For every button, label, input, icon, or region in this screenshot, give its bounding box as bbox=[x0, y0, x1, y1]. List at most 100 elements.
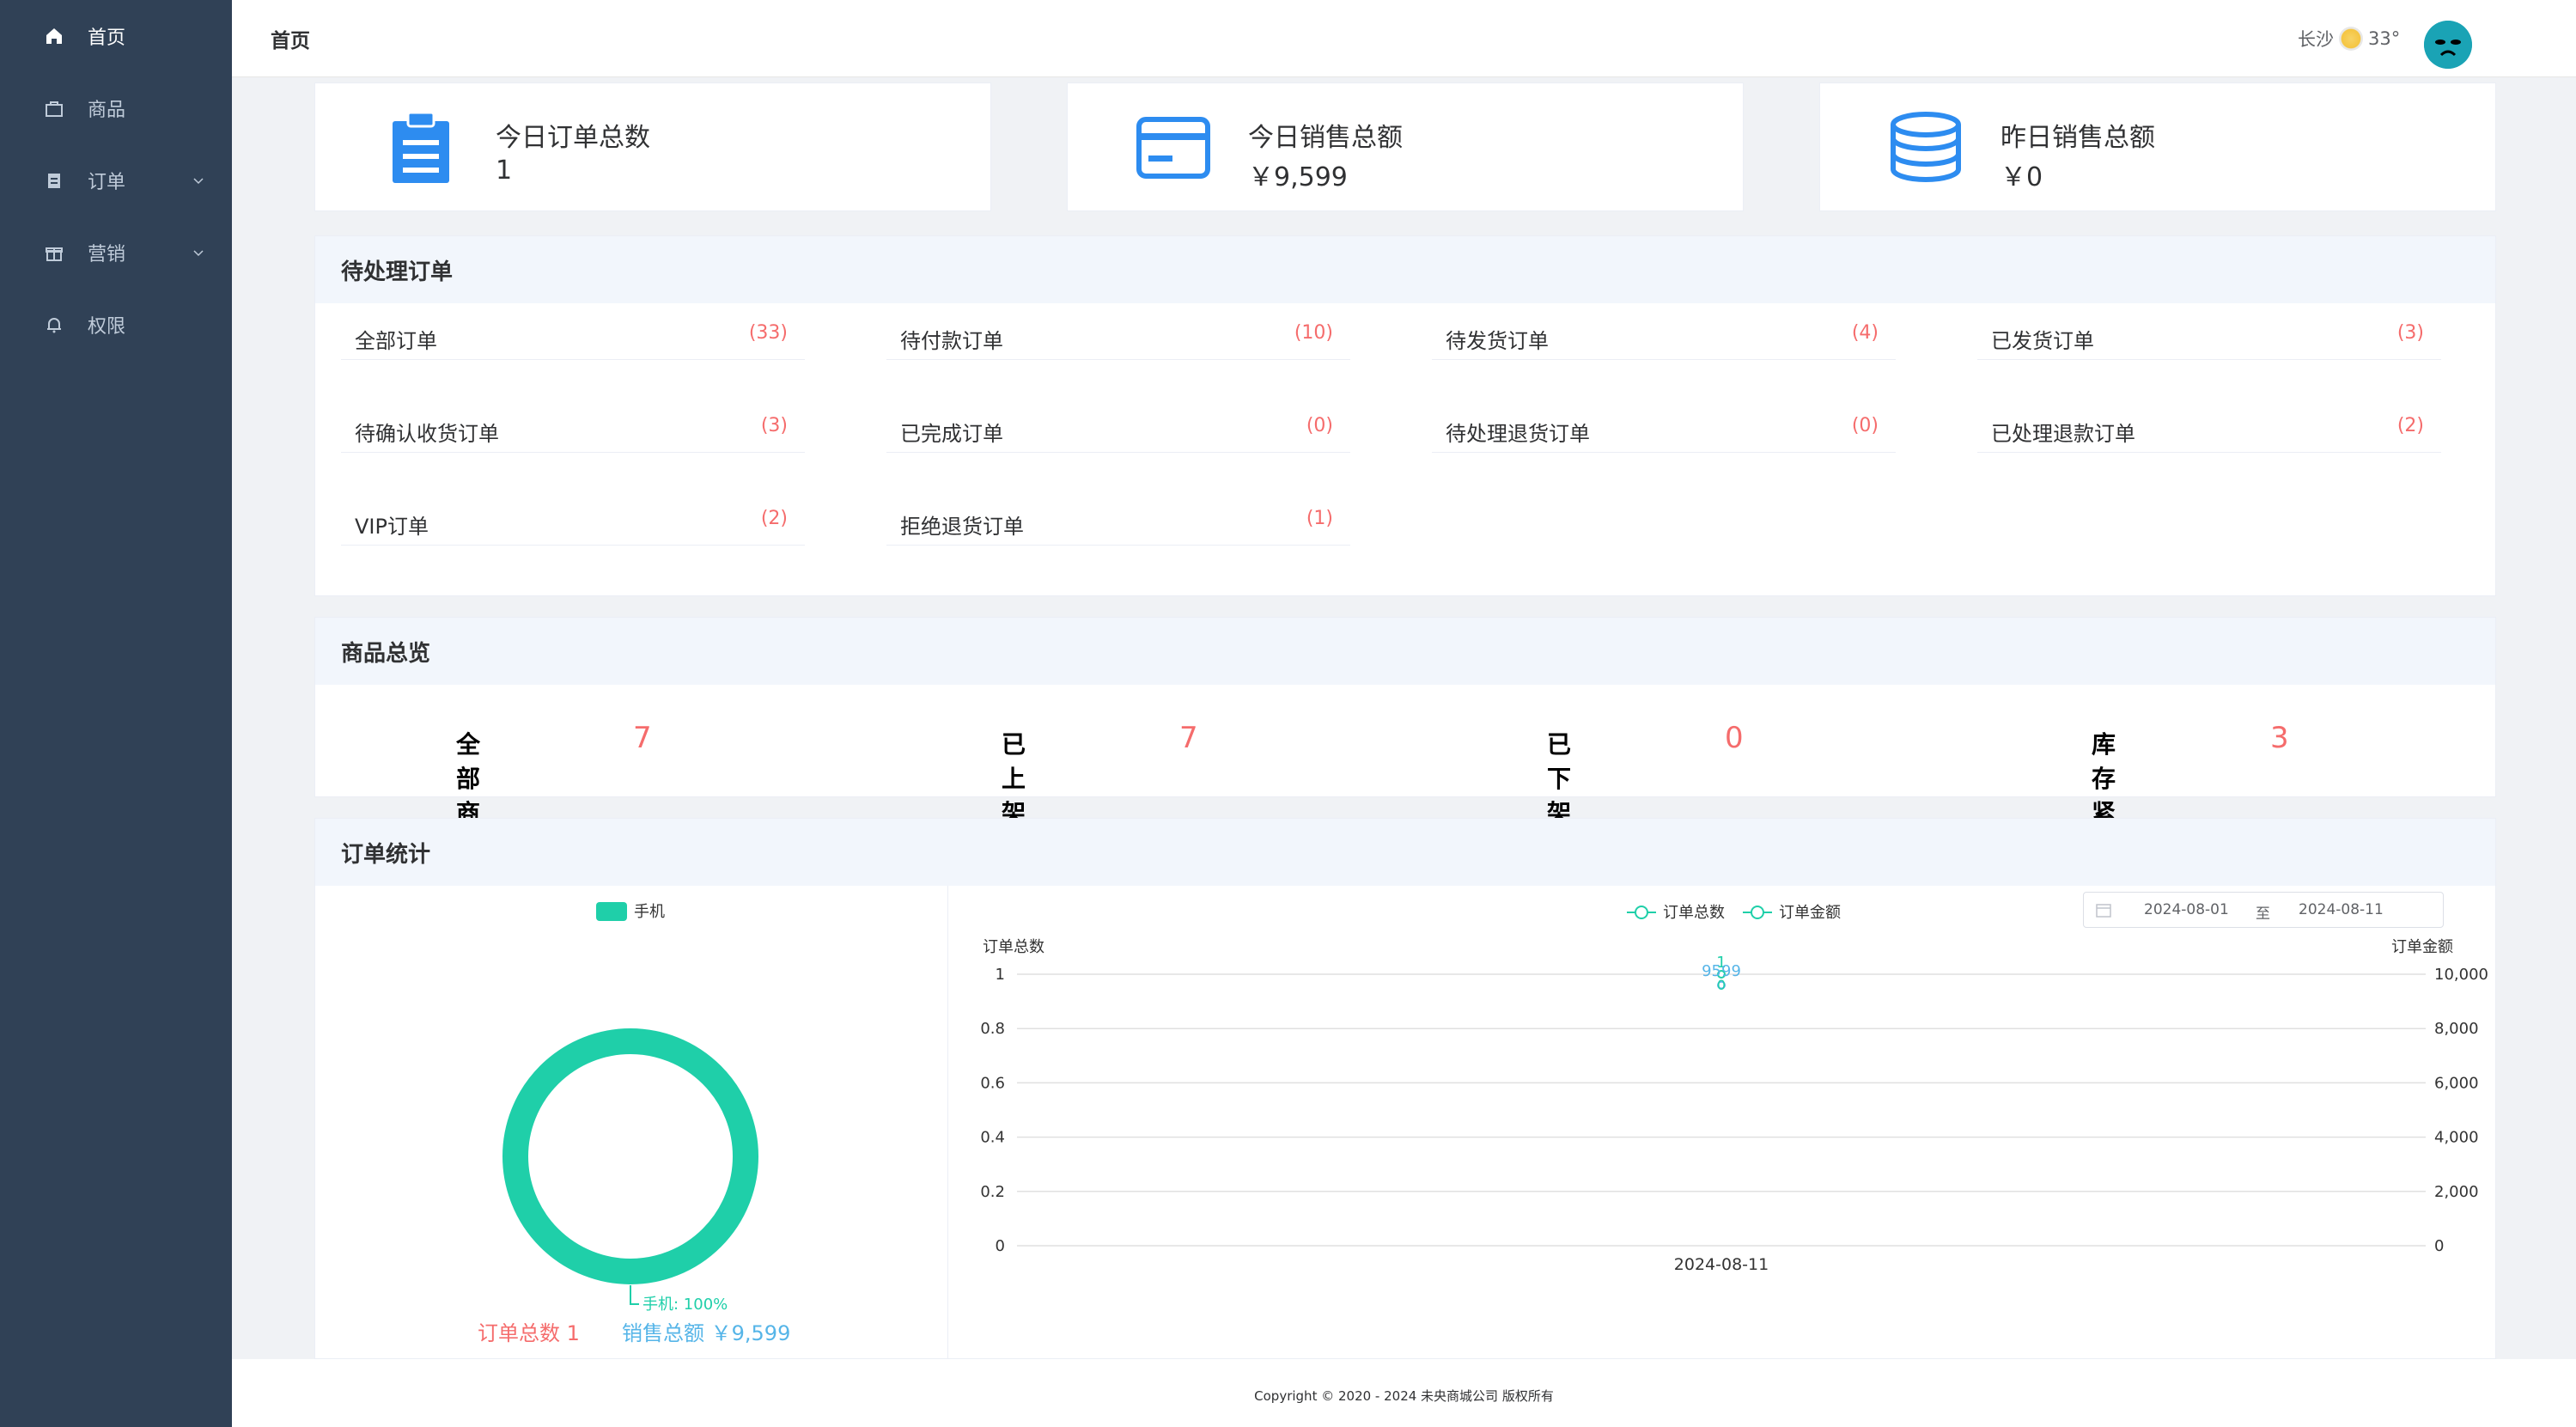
pending-order-label: VIP订单 bbox=[355, 515, 429, 539]
chevron-down-icon bbox=[193, 178, 204, 185]
weather-widget: 长沙 33° bbox=[2298, 26, 2400, 52]
pending-order-label: 全部订单 bbox=[355, 329, 437, 353]
sidebar-item-label: 权限 bbox=[88, 316, 126, 338]
pending-order-count: (3) bbox=[760, 415, 788, 436]
overview-count: 3 bbox=[2270, 721, 2289, 755]
product-overview-panel: 商品总览 全部商品7已上架7已下架0库存紧张3 bbox=[314, 617, 2496, 862]
y-tick-left: 0 bbox=[996, 1237, 1005, 1255]
overview-label: 已上架 bbox=[1002, 730, 1026, 827]
pie-legend-label[interactable]: 手机 bbox=[634, 903, 665, 921]
stat-card-yesterday-sales: 昨日销售总额 ￥0 bbox=[1819, 82, 2496, 211]
stat-title: 今日销售总额 bbox=[1248, 123, 1403, 153]
stat-title: 昨日销售总额 bbox=[2001, 123, 2155, 153]
pending-order-count: (2) bbox=[2396, 415, 2424, 436]
sun-icon bbox=[2339, 27, 2363, 51]
pending-order-label: 待确认收货订单 bbox=[355, 422, 499, 446]
pending-order-count: (33) bbox=[748, 322, 788, 344]
pending-order-label: 待付款订单 bbox=[900, 329, 1003, 353]
y-tick-left: 0.6 bbox=[980, 1074, 1005, 1092]
overview-count: 7 bbox=[1179, 721, 1198, 755]
pie-legend-swatch[interactable] bbox=[596, 902, 627, 921]
pending-order-item[interactable]: 待处理退货订单 (0) bbox=[1432, 394, 1896, 453]
pending-order-label: 已处理退款订单 bbox=[1991, 422, 2135, 446]
pending-order-label: 已发货订单 bbox=[1991, 329, 2094, 353]
y-tick-left: 0.8 bbox=[980, 1020, 1005, 1038]
overview-count: 7 bbox=[633, 721, 652, 755]
stat-title: 今日订单总数 bbox=[496, 123, 650, 153]
gift-icon bbox=[43, 241, 65, 264]
sidebar-item-permission[interactable]: 权限 bbox=[0, 289, 232, 361]
overview-label: 已下架 bbox=[1547, 730, 1572, 827]
x-tick-label: 2024-08-11 bbox=[1674, 1255, 1769, 1274]
stat-card-today-sales: 今日销售总额 ￥9,599 bbox=[1067, 82, 1744, 211]
overview-count: 0 bbox=[1725, 721, 1744, 755]
line-chart: 订单总数 订单金额订单总数 订单金额0 00.2 2,0000.4 4,0000.6 6,0… bbox=[980, 904, 2488, 1274]
pending-order-item[interactable]: 已处理退款订单 (2) bbox=[1977, 394, 2441, 453]
home-icon bbox=[43, 25, 65, 47]
y-tick-right: 4,000 bbox=[2434, 1129, 2479, 1147]
pending-order-item[interactable]: 拒绝退货订单 (1) bbox=[886, 487, 1350, 546]
y-tick-right: 8,000 bbox=[2434, 1020, 2479, 1038]
stat-value: 1 bbox=[496, 156, 513, 186]
sidebar: 首页 商品 订单 营销 权限 bbox=[0, 0, 232, 1427]
sidebar-item-marketing[interactable]: 营销 bbox=[0, 216, 232, 289]
copyright-text: Copyright © 2020 - 2024 未央商城公司 版权所有 bbox=[1254, 1388, 1554, 1404]
sidebar-item-goods[interactable]: 商品 bbox=[0, 72, 232, 144]
pending-order-item[interactable]: 已发货订单 (3) bbox=[1977, 302, 2441, 360]
panel-title: 商品总览 bbox=[315, 618, 2495, 685]
panel-title: 待处理订单 bbox=[315, 236, 2495, 303]
panel-title: 订单统计 bbox=[315, 819, 2495, 886]
stat-card-today-orders: 今日订单总数 1 bbox=[314, 82, 991, 211]
avatar[interactable] bbox=[2424, 21, 2472, 69]
sidebar-item-orders[interactable]: 订单 bbox=[0, 144, 232, 216]
stat-value: ￥0 bbox=[2001, 162, 2043, 192]
bag-icon bbox=[43, 97, 65, 119]
y-tick-right: 0 bbox=[2434, 1237, 2444, 1255]
line-legend-marker bbox=[1635, 906, 1648, 919]
pie-slice[interactable] bbox=[502, 1028, 758, 1284]
clipboard-icon bbox=[393, 111, 449, 183]
pie-chart: 手机 手机: 100% 订单总数 1 销售总额 ￥9,599 bbox=[478, 902, 790, 1345]
pending-order-count: (3) bbox=[2396, 322, 2424, 344]
pending-orders-panel: 待处理订单 全部订单 (33) 待付款订单 (10) 待发货订单 (4) 已发货订单 (3) 待… bbox=[314, 235, 2496, 596]
y-tick-right: 2,000 bbox=[2434, 1183, 2479, 1201]
coins-stack-icon bbox=[1891, 112, 1961, 182]
y-axis-label-right: 订单金额 bbox=[2391, 938, 2453, 956]
pending-order-count: (1) bbox=[1306, 508, 1333, 529]
pending-order-count: (4) bbox=[1851, 322, 1879, 344]
y-tick-left: 1 bbox=[996, 966, 1005, 984]
footer: Copyright © 2020 - 2024 未央商城公司 版权所有 bbox=[232, 1359, 2576, 1427]
y-tick-right: 6,000 bbox=[2434, 1074, 2479, 1092]
y-tick-left: 0.4 bbox=[980, 1129, 1005, 1147]
pending-order-item[interactable]: VIP订单 (2) bbox=[341, 487, 805, 546]
data-label: 0 bbox=[1717, 977, 1726, 993]
sidebar-item-label: 首页 bbox=[88, 27, 126, 49]
order-total-label: 订单总数 1 bbox=[478, 1321, 580, 1345]
city-label: 长沙 bbox=[2298, 29, 2334, 50]
pending-order-item[interactable]: 待付款订单 (10) bbox=[886, 302, 1350, 360]
sidebar-item-label: 订单 bbox=[88, 172, 126, 193]
pending-order-count: (10) bbox=[1294, 322, 1333, 344]
credit-card-icon bbox=[1136, 117, 1210, 179]
chevron-down-icon bbox=[193, 250, 204, 257]
pie-label-line bbox=[630, 1285, 639, 1305]
pending-order-item[interactable]: 已完成订单 (0) bbox=[886, 394, 1350, 453]
sidebar-item-label: 营销 bbox=[88, 244, 126, 265]
line-legend-label[interactable]: 订单金额 bbox=[1779, 904, 1841, 922]
bell-icon bbox=[43, 314, 65, 336]
top-navbar: 首页 长沙 33° bbox=[232, 0, 2576, 77]
pending-order-label: 已完成订单 bbox=[900, 422, 1003, 446]
sales-total-label: 销售总额 ￥9,599 bbox=[622, 1321, 790, 1345]
pie-slice-label: 手机: 100% bbox=[642, 1296, 728, 1314]
sidebar-item-home[interactable]: 首页 bbox=[0, 0, 232, 72]
breadcrumb: 首页 bbox=[271, 30, 310, 52]
pending-order-label: 待发货订单 bbox=[1446, 329, 1549, 353]
pending-order-item[interactable]: 待确认收货订单 (3) bbox=[341, 394, 805, 453]
y-tick-left: 0.2 bbox=[980, 1183, 1005, 1201]
pending-order-item[interactable]: 待发货订单 (4) bbox=[1432, 302, 1896, 360]
pending-order-item[interactable]: 全部订单 (33) bbox=[341, 302, 805, 360]
line-legend-label[interactable]: 订单总数 bbox=[1663, 904, 1725, 922]
pending-order-count: (2) bbox=[760, 508, 788, 529]
sidebar-item-label: 商品 bbox=[88, 100, 126, 121]
line-legend-marker bbox=[1751, 906, 1764, 919]
